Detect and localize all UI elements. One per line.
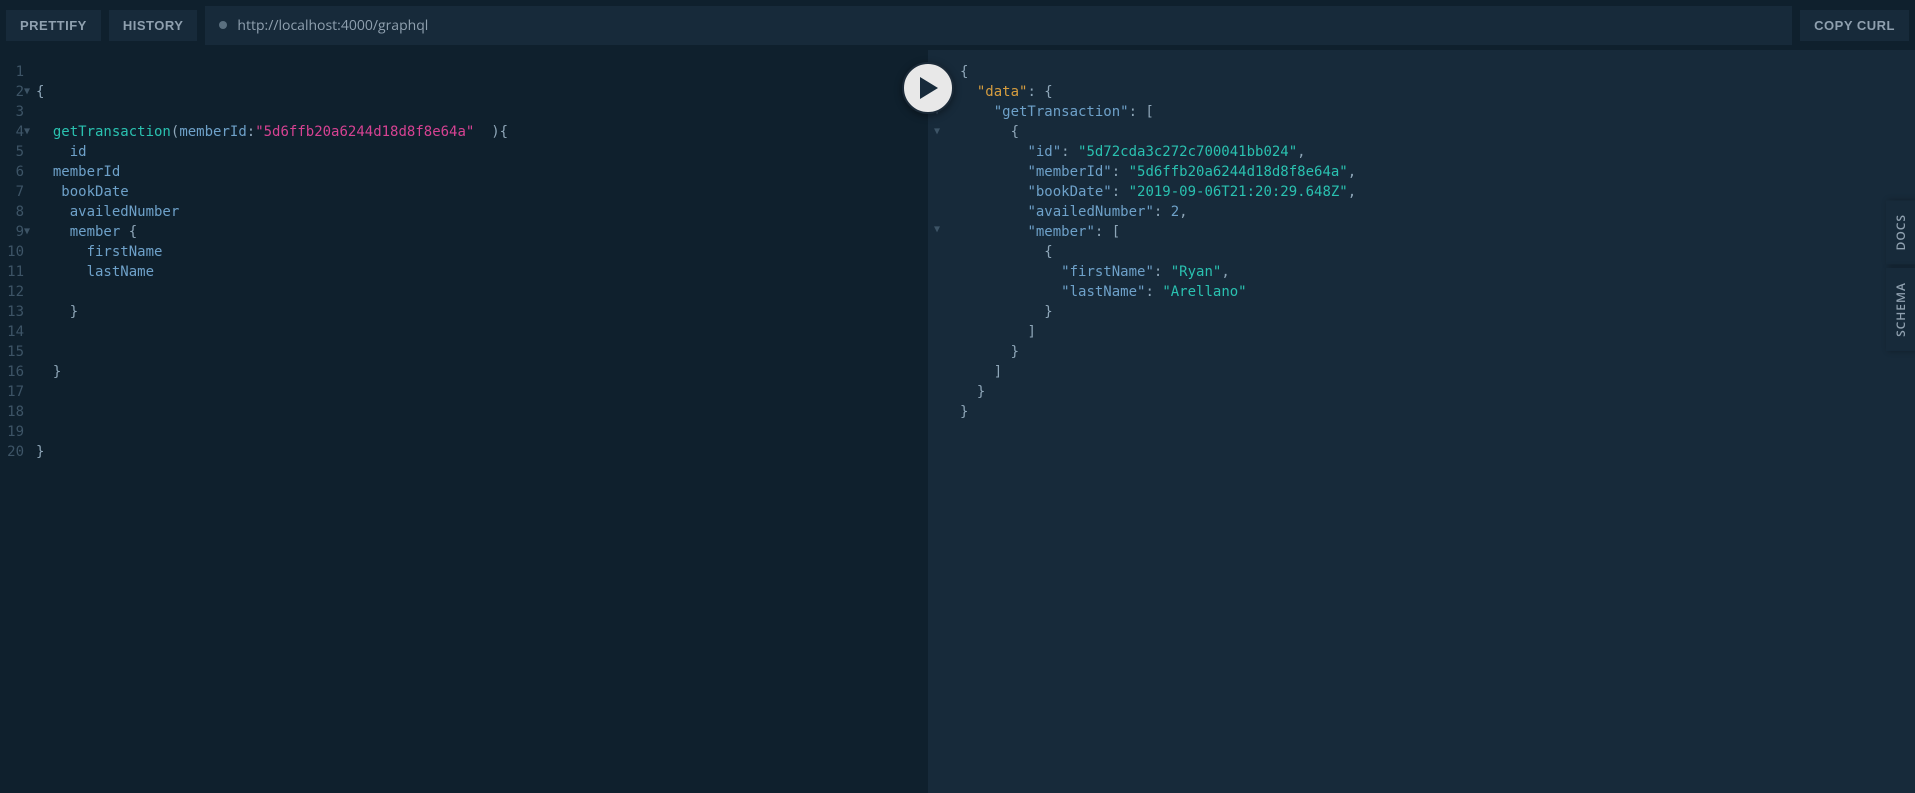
play-icon xyxy=(920,77,940,99)
query-editor[interactable]: 1 2 3 4 5 6 7 8 9 10 11 12 13 14 15 16 1… xyxy=(0,50,928,793)
fold-toggle-icon[interactable]: ▼ xyxy=(934,122,944,142)
copy-curl-button[interactable]: COPY CURL xyxy=(1800,10,1909,41)
side-tabs: DOCS SCHEMA xyxy=(1886,200,1915,351)
schema-tab[interactable]: SCHEMA xyxy=(1886,268,1915,351)
main-area: 1 2 3 4 5 6 7 8 9 10 11 12 13 14 15 16 1… xyxy=(0,50,1915,793)
docs-tab[interactable]: DOCS xyxy=(1886,200,1915,264)
result-viewer[interactable]: ▼ ▼ ▼ ▼ ▼ { "data": { "getTransaction": … xyxy=(928,50,1915,793)
fold-toggle-icon[interactable]: ▼ xyxy=(22,222,32,242)
history-button[interactable]: HISTORY xyxy=(109,10,198,41)
editor-code[interactable]: { getTransaction(memberId:"5d6ffb20a6244… xyxy=(36,62,928,462)
prettify-button[interactable]: PRETTIFY xyxy=(6,10,101,41)
url-text: http://localhost:4000/graphql xyxy=(237,16,428,35)
result-code: { "data": { "getTransaction": [ { "id": … xyxy=(960,62,1915,422)
url-bar[interactable]: http://localhost:4000/graphql xyxy=(205,6,1792,45)
fold-toggle-icon[interactable]: ▼ xyxy=(22,82,32,102)
toolbar: PRETTIFY HISTORY http://localhost:4000/g… xyxy=(0,0,1915,50)
status-dot-icon xyxy=(219,21,227,29)
run-query-button[interactable] xyxy=(902,62,954,114)
fold-toggle-icon[interactable]: ▼ xyxy=(934,220,944,240)
fold-toggle-icon[interactable]: ▼ xyxy=(22,122,32,142)
